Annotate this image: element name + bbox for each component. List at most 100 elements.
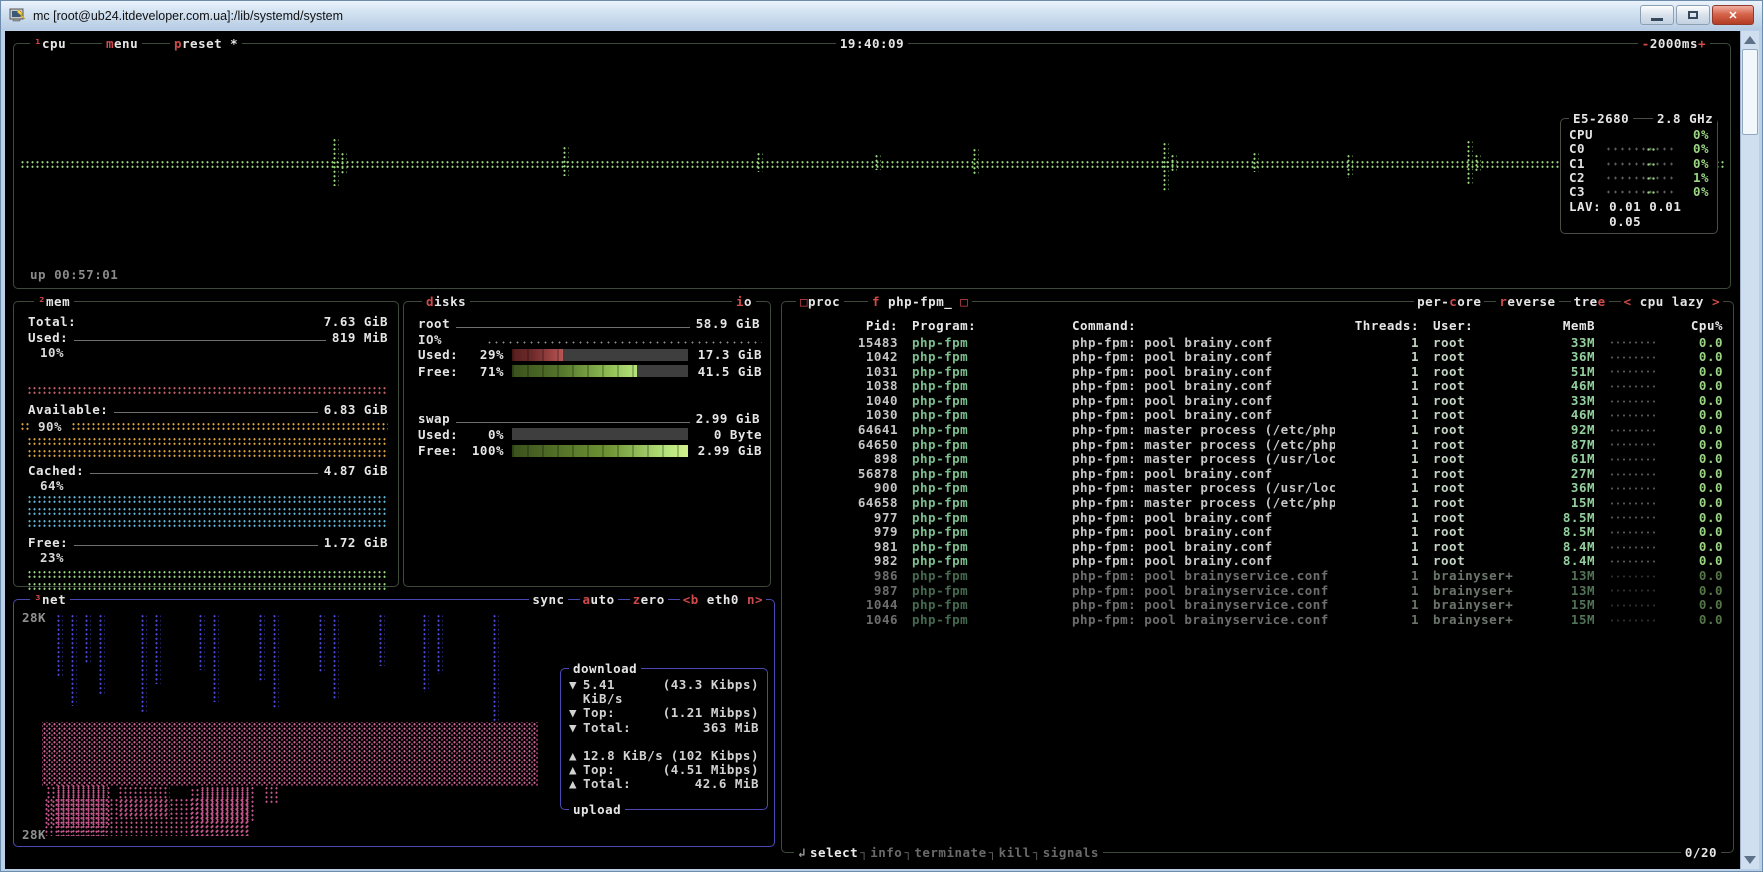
proc-cpu: 0.0 <box>1669 569 1723 584</box>
proc-pid: 1038 <box>792 379 904 394</box>
scroll-down-icon[interactable] <box>1744 856 1756 864</box>
disk-io-graph <box>486 340 762 345</box>
proc-command: php-fpm: pool brainy.conf <box>1072 540 1335 555</box>
proc-cpu: 0.0 <box>1669 467 1723 482</box>
net-download-spike <box>70 614 77 706</box>
command-column-header[interactable]: Command: <box>1072 318 1335 334</box>
mem-total-row: Total:7.63 GiB <box>14 314 398 330</box>
tree-toggle[interactable]: tree <box>1571 294 1609 310</box>
cpu-box-title: ¹cpu <box>30 36 70 51</box>
proc-pid: 986 <box>792 569 904 584</box>
net-download-spike <box>272 614 279 708</box>
footer-action[interactable]: terminate <box>914 845 986 860</box>
footer-separator: ┐ <box>1031 845 1043 860</box>
window-titlebar[interactable]: mc [root@ub24.itdeveloper.com.ua]:/lib/s… <box>1 1 1762 30</box>
proc-row[interactable]: 1040 php-fpm php-fpm: pool brainy.conf 1… <box>792 394 1723 409</box>
proc-pid: 900 <box>792 481 904 496</box>
proc-command: php-fpm: master process (/etc/php82w/php… <box>1072 438 1335 453</box>
mem-free-meter <box>27 582 388 592</box>
mem-free-row: Free:1.72 GiB <box>14 535 398 551</box>
proc-mem-meter <box>1609 618 1655 623</box>
close-button[interactable]: ✕ <box>1712 5 1754 25</box>
net-download-spike <box>154 614 161 684</box>
cpu-cstate-row: C2 1% <box>1561 171 1717 185</box>
scroll-up-icon[interactable] <box>1744 36 1756 44</box>
menu-button[interactable]: menu <box>102 36 142 51</box>
sort-selector[interactable]: < cpu lazy > <box>1621 294 1723 310</box>
proc-mem: 33M <box>1537 394 1595 409</box>
proc-row[interactable]: 900 php-fpm php-fpm: master process (/us… <box>792 481 1723 496</box>
cpu-graph-spike <box>874 154 881 170</box>
proc-filter-input[interactable]: f php-fpm_ □ <box>868 294 972 309</box>
proc-row[interactable]: 64658 php-fpm php-fpm: master process (/… <box>792 496 1723 511</box>
user-column-header[interactable]: User: <box>1419 318 1537 334</box>
proc-user: root <box>1419 350 1537 365</box>
proc-row[interactable]: 1038 php-fpm php-fpm: pool brainy.conf 1… <box>792 379 1723 394</box>
cpu-column-header[interactable]: Cpu% <box>1669 318 1723 334</box>
proc-row[interactable]: 1046 php-fpm php-fpm: pool brainyservice… <box>792 613 1723 628</box>
proc-row[interactable]: 987 php-fpm php-fpm: pool brainyservice.… <box>792 584 1723 599</box>
cpu-model-label: E5-2680 <box>1569 111 1633 126</box>
proc-cpu: 0.0 <box>1669 540 1723 555</box>
mem-column-header[interactable]: MemB <box>1537 318 1595 334</box>
net-download-spike <box>98 614 105 696</box>
disks-io-toggle[interactable]: io <box>732 294 756 309</box>
proc-threads: 1 <box>1335 467 1419 482</box>
proc-pid: 898 <box>792 452 904 467</box>
proc-mem-meter <box>1609 384 1655 389</box>
proc-row[interactable]: 1030 php-fpm php-fpm: pool brainy.conf 1… <box>792 408 1723 423</box>
scrollbar-thumb[interactable] <box>1742 49 1758 135</box>
proc-row[interactable]: 898 php-fpm php-fpm: master process (/us… <box>792 452 1723 467</box>
proc-row[interactable]: 1031 php-fpm php-fpm: pool brainy.conf 1… <box>792 365 1723 380</box>
proc-row[interactable]: 981 php-fpm php-fpm: pool brainy.conf 1 … <box>792 540 1723 555</box>
proc-mem-meter <box>1609 413 1655 418</box>
footer-action[interactable]: signals <box>1043 845 1099 860</box>
interval-increase-button[interactable]: + <box>1698 36 1706 51</box>
proc-user: brainyser+ <box>1419 598 1537 613</box>
proc-pid: 64641 <box>792 423 904 438</box>
download-stat-row: ▼ 5.41 KiB/s (43.3 Kibps) <box>569 678 759 706</box>
uptime-label: up 00:57:01 <box>30 267 118 283</box>
program-column-header[interactable]: Program: <box>904 318 1072 334</box>
interval-decrease-button[interactable]: - <box>1642 36 1650 51</box>
mem-used-row: Used:819 MiB <box>14 330 398 346</box>
proc-row[interactable]: 64650 php-fpm php-fpm: master process (/… <box>792 438 1723 453</box>
threads-column-header[interactable]: Threads: <box>1335 318 1419 334</box>
footer-action[interactable]: info <box>870 845 902 860</box>
disk-swap-used-row: Used:0% 0 Byte <box>404 427 770 443</box>
proc-row[interactable]: 979 php-fpm php-fpm: pool brainy.conf 1 … <box>792 525 1723 540</box>
percore-toggle[interactable]: per-core <box>1414 294 1484 310</box>
proc-row[interactable]: 1044 php-fpm php-fpm: pool brainyservice… <box>792 598 1723 613</box>
terminal-scrollbar[interactable] <box>1740 31 1759 869</box>
proc-row[interactable]: 56878 php-fpm php-fpm: pool brainy.conf … <box>792 467 1723 482</box>
maximize-button[interactable] <box>1676 5 1710 25</box>
minimize-button[interactable] <box>1640 5 1674 25</box>
select-action[interactable]: select <box>810 845 858 860</box>
preset-button[interactable]: preset * <box>170 36 242 51</box>
reverse-toggle[interactable]: reverse <box>1496 294 1558 310</box>
cstate-meter <box>1605 188 1675 196</box>
proc-mem: 8.4M <box>1537 554 1595 569</box>
proc-row[interactable]: 15483 php-fpm php-fpm: pool brainy.conf … <box>792 336 1723 351</box>
proc-row[interactable]: 982 php-fpm php-fpm: pool brainy.conf 1 … <box>792 554 1723 569</box>
refresh-interval: -2000ms+ <box>1638 36 1710 51</box>
proc-row[interactable]: 1042 php-fpm php-fpm: pool brainy.conf 1… <box>792 350 1723 365</box>
net-download-spike <box>378 614 385 666</box>
cpu-graph-spike <box>756 152 763 172</box>
pid-column-header[interactable]: Pid: <box>792 318 904 334</box>
proc-row[interactable]: 977 php-fpm php-fpm: pool brainy.conf 1 … <box>792 511 1723 526</box>
cpu-cstate-row: C0 0% <box>1561 142 1717 156</box>
proc-program: php-fpm <box>904 525 1072 540</box>
proc-program: php-fpm <box>904 481 1072 496</box>
disks-box-title: disks <box>422 294 470 309</box>
proc-pid: 56878 <box>792 467 904 482</box>
proc-user: root <box>1419 336 1537 351</box>
proc-command: php-fpm: pool brainyservice.conf <box>1072 598 1335 613</box>
cpu-graph-spike <box>340 152 347 174</box>
proc-cpu: 0.0 <box>1669 496 1723 511</box>
proc-command: php-fpm: pool brainyservice.conf <box>1072 584 1335 599</box>
net-scale-top: 28K <box>22 610 46 626</box>
proc-row[interactable]: 986 php-fpm php-fpm: pool brainyservice.… <box>792 569 1723 584</box>
footer-action[interactable]: kill <box>999 845 1031 860</box>
proc-row[interactable]: 64641 php-fpm php-fpm: master process (/… <box>792 423 1723 438</box>
